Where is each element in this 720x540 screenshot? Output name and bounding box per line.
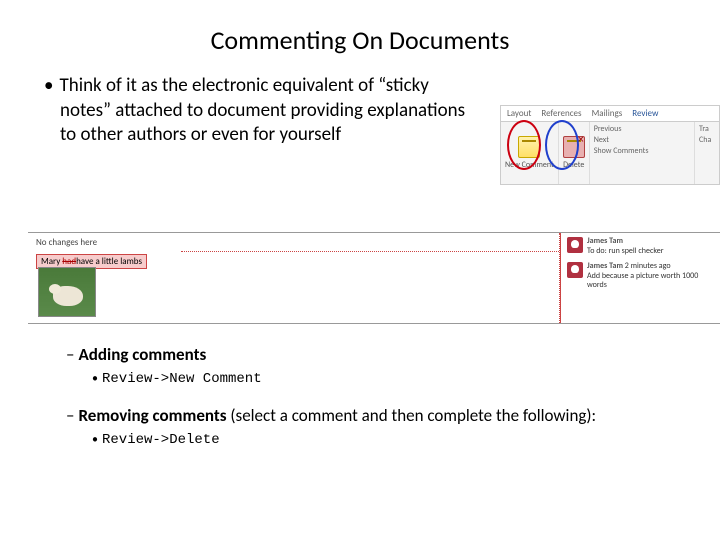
main-bullet-text: Think of it as the electronic equivalent…: [59, 74, 465, 146]
avatar-icon: [567, 237, 583, 253]
delete-label: Delete: [563, 160, 584, 170]
new-comment-button: New Comment: [501, 122, 558, 184]
next-label: Next: [594, 135, 690, 146]
comment-2-text: Add because a picture worth 1000 words: [587, 272, 714, 291]
comment-2-author: James Tam: [587, 261, 623, 271]
doc-line-1: No changes here: [36, 237, 551, 248]
ribbon-screenshot: Layout References Mailings Review New Co…: [500, 105, 720, 185]
ribbon-tabs: Layout References Mailings Review: [501, 106, 719, 122]
document-example: No changes here Mary hadhave a little la…: [28, 232, 720, 324]
comment-2-time: 2 minutes ago: [625, 261, 671, 271]
tab-references: References: [541, 108, 581, 119]
ribbon-far-group: Tra Cha: [695, 122, 719, 184]
tab-layout: Layout: [507, 108, 531, 119]
comment-2: James Tam 2 minutes ago Add because a pi…: [567, 262, 714, 291]
tracking-label: Tra: [699, 124, 715, 135]
removing-heading: –Removing comments (select a comment and…: [60, 405, 680, 426]
delete-icon: [563, 136, 585, 158]
strikethrough-text: had: [62, 256, 76, 267]
lamb-image: [38, 267, 96, 317]
changes-label: Cha: [699, 135, 715, 146]
comment-1: James Tam To do: run spell checker: [567, 237, 714, 256]
tab-mailings: Mailings: [592, 108, 623, 119]
show-comments-label: Show Comments: [594, 146, 690, 157]
ribbon-right-group: Previous Next Show Comments: [590, 122, 694, 184]
removing-item: •Review->Delete: [60, 430, 680, 448]
document-body: No changes here Mary hadhave a little la…: [28, 233, 560, 323]
new-comment-icon: [518, 136, 540, 158]
new-comment-label: New Comment: [505, 160, 554, 170]
comments-pane: James Tam To do: run spell checker James…: [560, 233, 720, 323]
comment-1-text: To do: run spell checker: [587, 247, 663, 257]
adding-item: •Review->New Comment: [60, 369, 680, 387]
bullet-dot: •: [44, 74, 59, 97]
avatar-icon: [567, 262, 583, 278]
tab-review: Review: [632, 108, 658, 119]
lower-content: –Adding comments •Review->New Comment –R…: [60, 344, 680, 466]
slide-title: Commenting On Documents: [0, 0, 720, 74]
adding-heading: –Adding comments: [60, 344, 680, 365]
previous-label: Previous: [594, 124, 690, 135]
comment-connector: [181, 251, 561, 252]
delete-button: Delete: [559, 122, 589, 184]
